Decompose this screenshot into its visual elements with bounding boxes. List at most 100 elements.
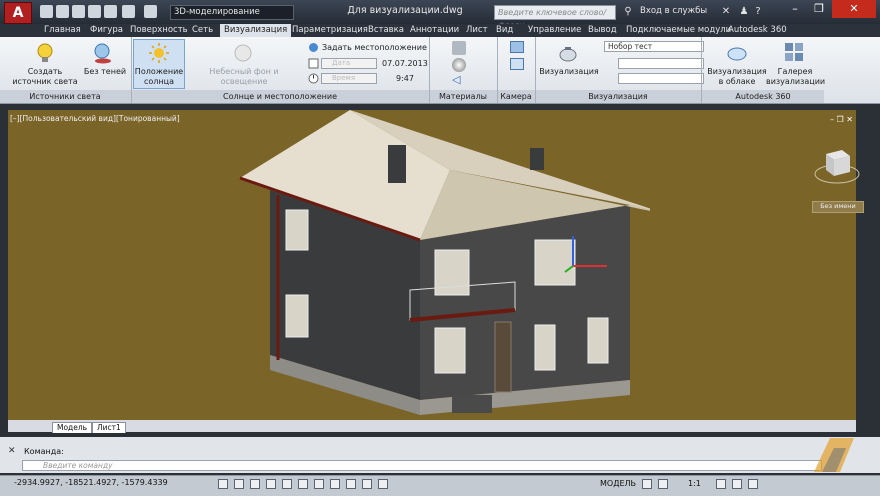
time-slider[interactable]: Время [321, 73, 377, 84]
panel-camera-label[interactable]: Камера [498, 90, 534, 103]
transparency-icon[interactable] [378, 479, 388, 489]
camera-display-icon[interactable] [510, 58, 524, 70]
tab-manage[interactable]: Управление [524, 24, 585, 37]
tab-home[interactable]: Главная [40, 24, 85, 37]
user-icon[interactable]: ♟ [738, 6, 750, 18]
material-map-icon[interactable]: ◁ [452, 74, 466, 86]
cloud-render-icon [727, 47, 747, 61]
dyn-icon[interactable] [346, 479, 356, 489]
open-folder-icon[interactable] [56, 5, 69, 18]
tab-surface[interactable]: Поверхность [126, 24, 192, 37]
panel-divider [131, 37, 132, 103]
tab-solid[interactable]: Фигура [86, 24, 127, 37]
teapot-icon [559, 47, 577, 62]
panel-divider [701, 37, 702, 103]
no-shadows-button[interactable]: Без теней [82, 67, 128, 77]
tab-parametric[interactable]: Параметризация [288, 24, 372, 37]
lineweight-icon[interactable] [362, 479, 372, 489]
set-location-button[interactable]: Задать местоположение [322, 43, 427, 52]
polar-icon[interactable] [266, 479, 276, 489]
render-size-field[interactable] [618, 58, 704, 69]
redo-icon[interactable] [144, 5, 157, 18]
quickview-drawings-icon[interactable] [658, 479, 668, 489]
ribbon-tabs: Главная Фигура Поверхность Сеть Визуализ… [0, 24, 880, 37]
signin-link[interactable]: Вход в службы [640, 6, 707, 16]
osnap-icon[interactable] [282, 479, 292, 489]
layout-tab-bar: Модель Лист1 [8, 420, 856, 433]
tab-layout[interactable]: Лист [462, 24, 492, 37]
new-file-icon[interactable] [40, 5, 53, 18]
exchange-icon[interactable]: ✕ [720, 6, 732, 18]
close-button[interactable]: ✕ [832, 0, 876, 18]
undo-icon[interactable] [122, 5, 135, 18]
snap-icon[interactable] [218, 479, 228, 489]
lock-icon[interactable] [748, 479, 758, 489]
date-value: 07.07.2013 [382, 59, 428, 68]
annotation-scale[interactable]: 1:1 [688, 479, 701, 488]
print-icon[interactable] [104, 5, 117, 18]
render-gallery-button[interactable]: Галерея визуализации [766, 67, 825, 87]
close-command-icon[interactable]: ✕ [8, 446, 18, 456]
material-sphere-icon[interactable] [452, 58, 466, 72]
otrack-icon[interactable] [314, 479, 324, 489]
tab-plugins[interactable]: Подключаемые модули [622, 24, 735, 37]
panel-lights-label[interactable]: Источники света [0, 90, 130, 103]
no-shadows-icon [94, 43, 111, 64]
workspace-select[interactable]: 3D-моделирование [170, 5, 294, 20]
tab-annotate[interactable]: Аннотации [406, 24, 463, 37]
materials-browser-icon[interactable] [452, 41, 466, 55]
tab-output[interactable]: Вывод [584, 24, 621, 37]
clock-icon [308, 73, 319, 84]
tab-sheet1[interactable]: Лист1 [92, 422, 126, 433]
sun-icon [149, 43, 169, 63]
grid-icon[interactable] [234, 479, 244, 489]
save-icon[interactable] [72, 5, 85, 18]
camera-create-icon[interactable] [510, 41, 524, 53]
annotation-visibility-icon[interactable] [716, 479, 726, 489]
panel-divider [535, 37, 536, 103]
sky-background-button[interactable]: Небесный фон и освещение [188, 67, 300, 87]
panel-materials-label[interactable]: Материалы [430, 90, 496, 103]
render-button[interactable]: Визуализация [538, 67, 600, 77]
viewcube-icon[interactable] [812, 144, 862, 186]
viewport-window-controls[interactable]: – ❐ ✕ [830, 115, 853, 124]
model-space-toggle[interactable]: МОДЕЛЬ [600, 479, 636, 488]
viewport-controls-label[interactable]: [–][Пользовательский вид][Тонированный] [10, 114, 180, 123]
tab-mesh[interactable]: Сеть [188, 24, 217, 37]
save-as-icon[interactable] [88, 5, 101, 18]
watermark-logo [814, 438, 854, 472]
quickview-layouts-icon[interactable] [642, 479, 652, 489]
render-preset-select[interactable]: Нобор тест [604, 41, 704, 52]
app-menu-button[interactable]: A [4, 2, 32, 24]
render-output-field[interactable] [618, 73, 704, 84]
workspace-switch-icon[interactable] [732, 479, 742, 489]
cloud-render-button[interactable]: Визуализация в облаке [706, 67, 768, 87]
time-value: 9:47 [396, 74, 414, 83]
ucs-icon [564, 236, 607, 273]
viewcube-named-view[interactable]: Без имени [812, 201, 864, 213]
sky-icon [234, 44, 252, 62]
panel-a360-label: Autodesk 360 [735, 92, 791, 101]
help-icon[interactable]: ? [752, 6, 764, 18]
date-slider[interactable]: Дата [321, 58, 377, 69]
restore-button[interactable]: ❐ [808, 0, 830, 18]
ortho-icon[interactable] [250, 479, 260, 489]
panel-divider [429, 37, 430, 103]
command-input[interactable]: Введите команду [22, 460, 822, 471]
coordinates-readout[interactable]: -2934.9927, -18521.4927, -1579.4339 [14, 478, 168, 487]
3d-osnap-icon[interactable] [298, 479, 308, 489]
tab-render[interactable]: Визуализация [220, 24, 292, 37]
panel-render-label[interactable]: Визуализация [536, 90, 700, 103]
tab-autodesk360[interactable]: Autodesk 360 [724, 24, 791, 37]
tab-view[interactable]: Вид [492, 24, 517, 37]
light-bulb-icon [37, 43, 53, 62]
binoculars-icon[interactable]: ⚲ [622, 6, 634, 18]
search-input[interactable]: Введите ключевое слово/фразу [494, 5, 616, 30]
tab-model[interactable]: Модель [52, 422, 93, 433]
create-light-button[interactable]: Создать источник света [10, 67, 80, 87]
panel-sun-label[interactable]: Солнце и местоположение [132, 90, 428, 103]
tab-insert[interactable]: Вставка [364, 24, 408, 37]
ducs-icon[interactable] [330, 479, 340, 489]
command-history: Команда: [24, 447, 64, 456]
minimize-button[interactable]: – [784, 0, 806, 18]
